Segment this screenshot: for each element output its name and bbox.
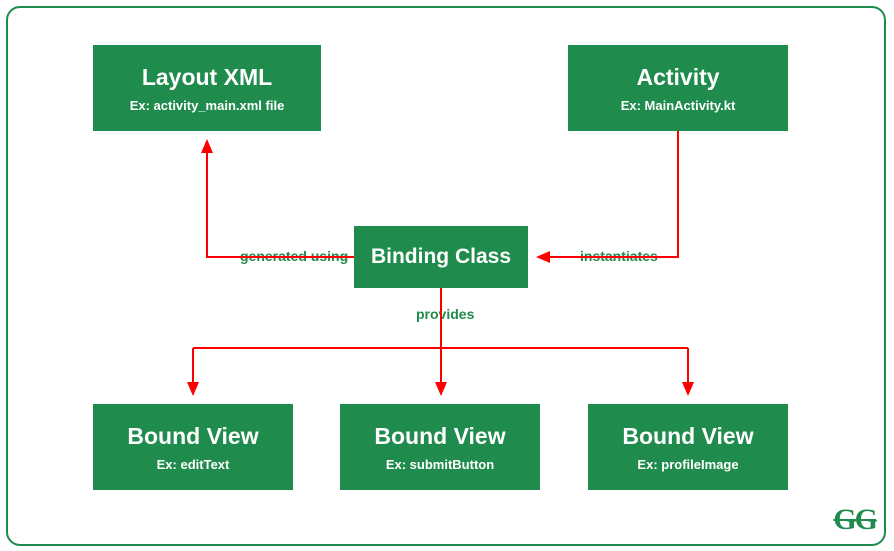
node-layout-xml: Layout XML Ex: activity_main.xml file — [93, 45, 321, 131]
node-subtitle: Ex: editText — [157, 457, 230, 472]
node-subtitle: Ex: submitButton — [386, 457, 494, 472]
node-title: Layout XML — [142, 63, 272, 92]
node-bound-view-2: Bound View Ex: submitButton — [340, 404, 540, 490]
diagram-canvas: Layout XML Ex: activity_main.xml file Ac… — [0, 0, 894, 551]
node-binding-class: Binding Class — [354, 226, 528, 288]
node-subtitle: Ex: profileImage — [637, 457, 738, 472]
node-title: Bound View — [374, 422, 505, 451]
node-title: Bound View — [127, 422, 258, 451]
node-title: Binding Class — [371, 244, 511, 270]
node-subtitle: Ex: MainActivity.kt — [621, 98, 736, 113]
node-bound-view-3: Bound View Ex: profileImage — [588, 404, 788, 490]
node-subtitle: Ex: activity_main.xml file — [130, 98, 285, 113]
edge-label-provides: provides — [416, 306, 474, 322]
gfg-logo: GG — [833, 503, 876, 537]
node-bound-view-1: Bound View Ex: editText — [93, 404, 293, 490]
edge-label-generated-using: generated using — [240, 248, 348, 264]
node-activity: Activity Ex: MainActivity.kt — [568, 45, 788, 131]
node-title: Bound View — [622, 422, 753, 451]
node-title: Activity — [636, 63, 719, 92]
edge-label-instantiates: instantiates — [580, 248, 658, 264]
